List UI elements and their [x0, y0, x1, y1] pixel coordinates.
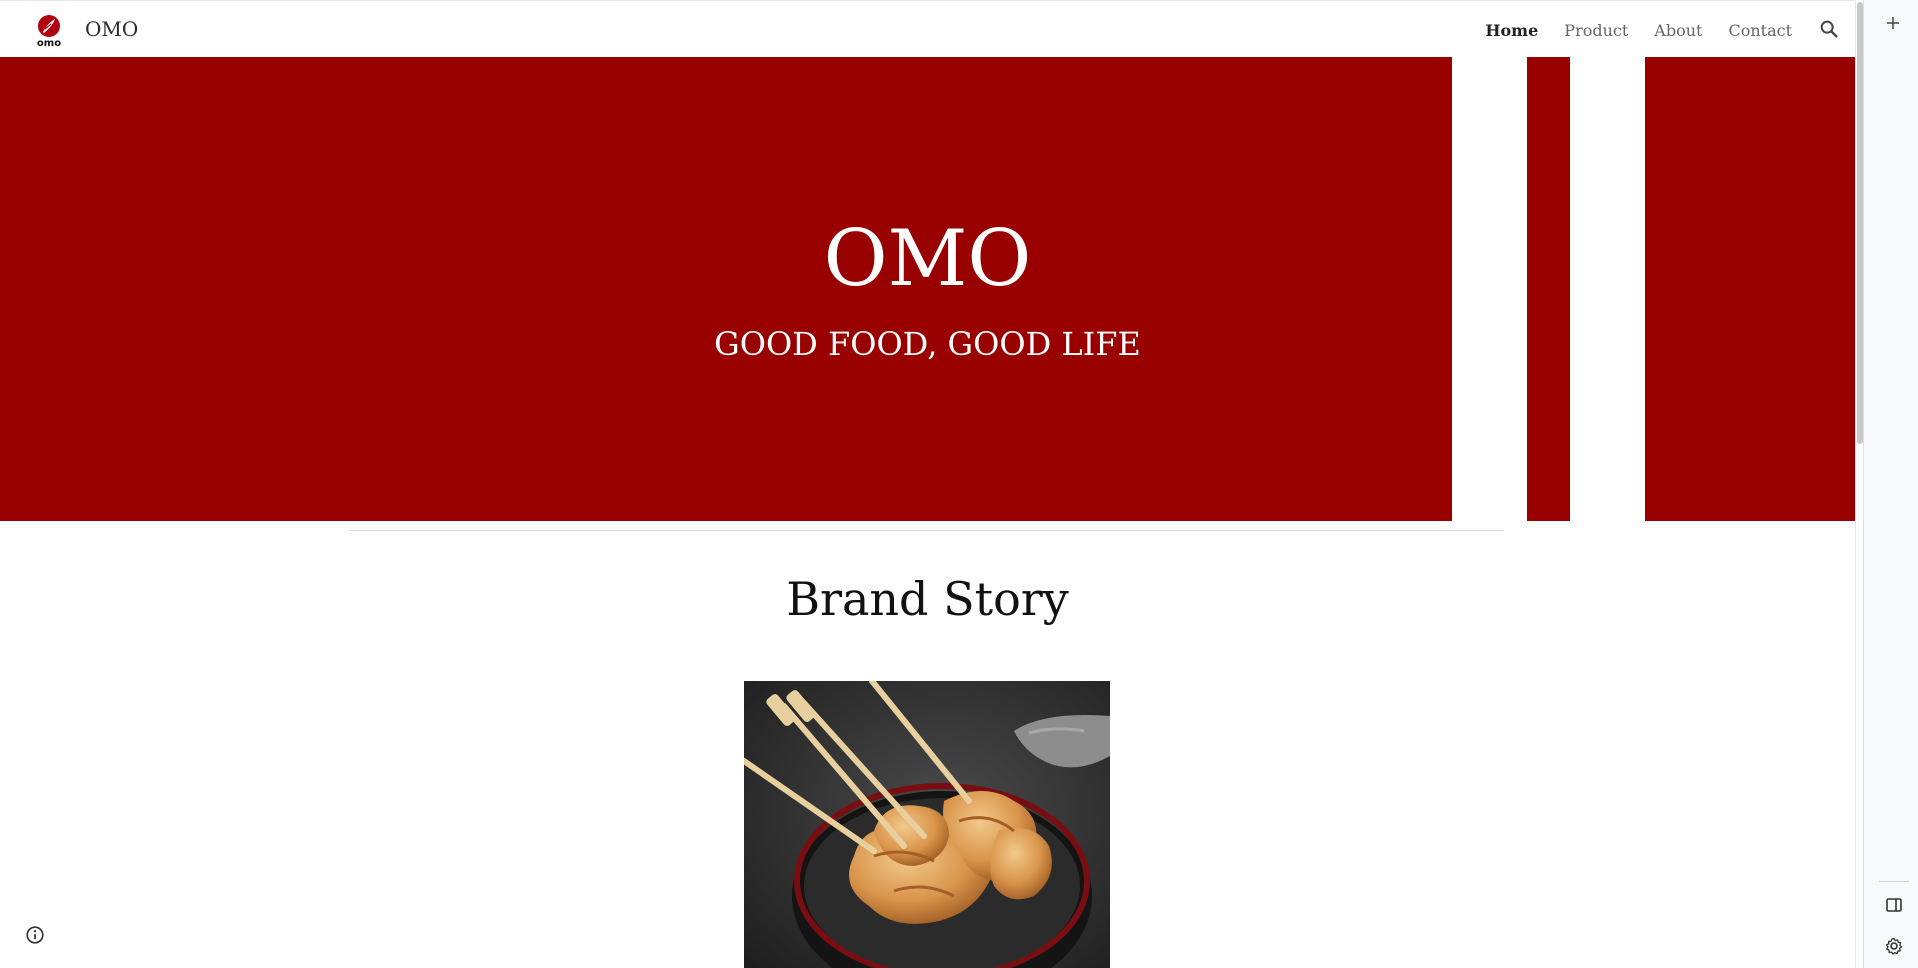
nav-item-about[interactable]: About [1654, 21, 1702, 40]
editor-side-rail [1863, 0, 1918, 968]
main-nav: Home Product About Contact [1459, 17, 1792, 43]
site-title[interactable]: OMO [85, 16, 138, 42]
add-icon[interactable] [1881, 11, 1905, 35]
search-icon[interactable] [1818, 18, 1840, 40]
side-panel-icon[interactable] [1882, 893, 1906, 917]
nav-item-contact[interactable]: Contact [1728, 21, 1792, 40]
hero-subtitle: GOOD FOOD, GOOD LIFE [714, 325, 1141, 363]
fish-cake-skewers-image [744, 681, 1110, 968]
hero-title: OMO [823, 214, 1032, 304]
nav-item-product[interactable]: Product [1564, 21, 1628, 40]
brand-story-title: Brand Story [786, 572, 1069, 626]
nav-item-home[interactable]: Home [1485, 21, 1538, 40]
page: omo OMO Home Product About Contact OMO G… [0, 0, 1918, 968]
omo-logo-icon[interactable]: omo [31, 12, 67, 48]
settings-icon[interactable] [1882, 934, 1906, 958]
svg-text:omo: omo [37, 38, 61, 48]
info-icon[interactable] [24, 924, 46, 946]
site-header: omo OMO Home Product About Contact [0, 0, 1855, 57]
rail-divider [1879, 881, 1909, 882]
section-divider [349, 530, 1504, 531]
